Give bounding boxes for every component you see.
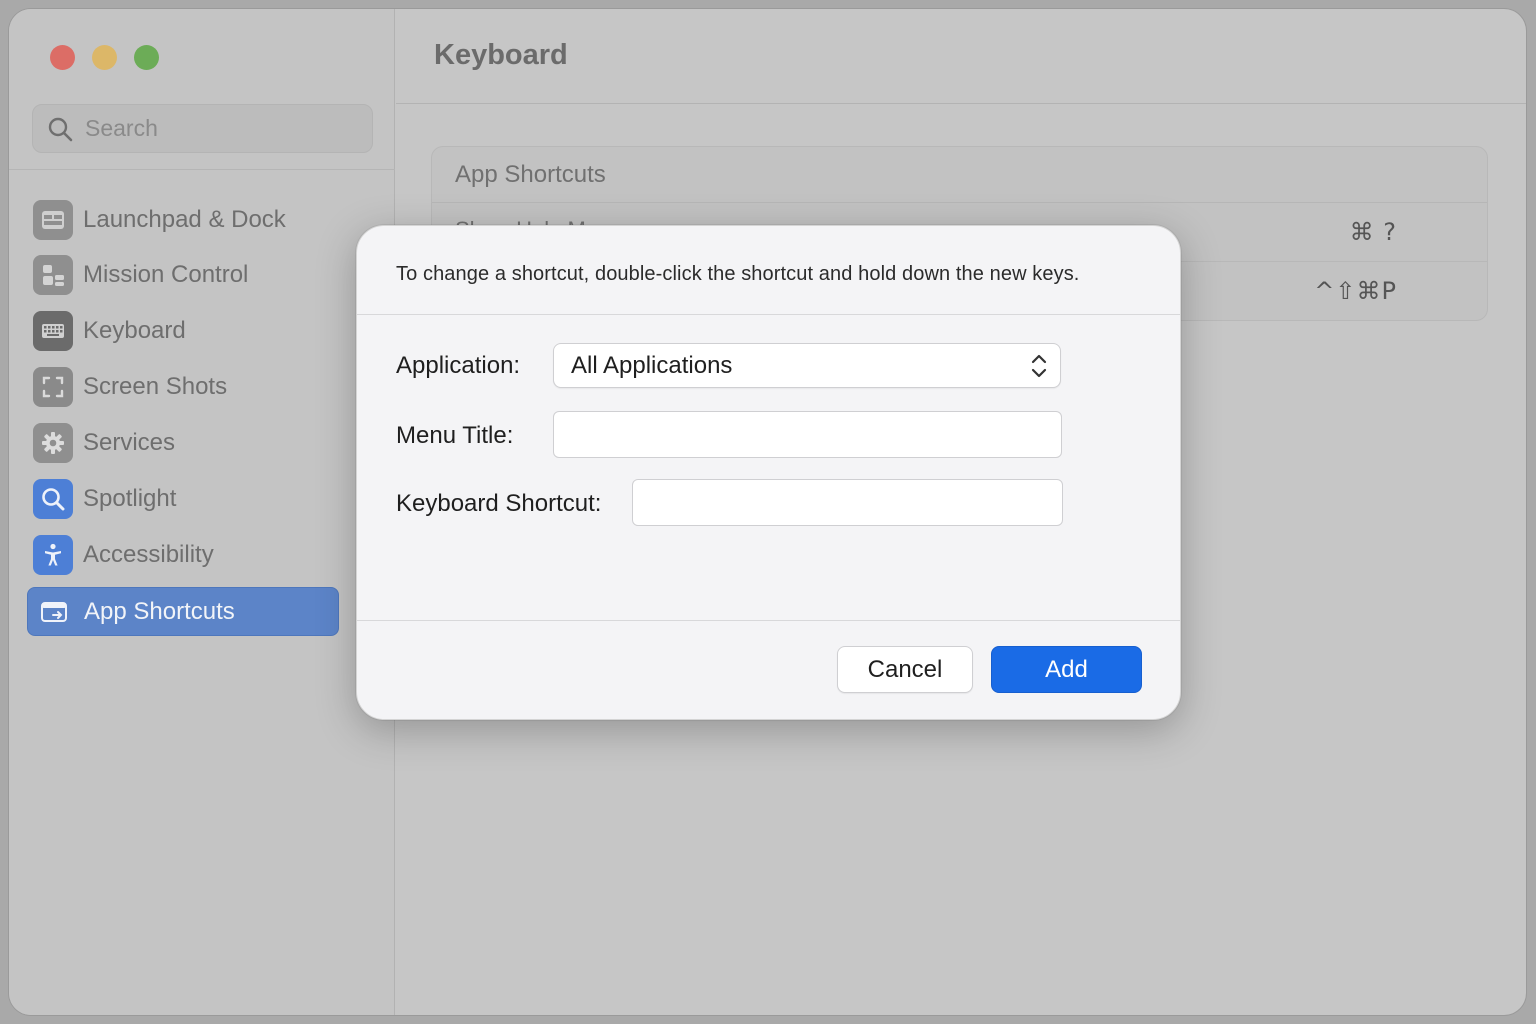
sidebar-item-label: Screen Shots — [83, 372, 228, 400]
sidebar-item-services[interactable]: Services — [27, 418, 339, 467]
sidebar-item-mission-control[interactable]: Mission Control — [27, 250, 339, 299]
dialog-divider — [357, 620, 1180, 621]
sidebar-item-screen-shots[interactable]: Screen Shots — [27, 362, 339, 411]
zoom-button[interactable] — [134, 45, 159, 70]
sidebar-item-accessibility[interactable]: Accessibility — [27, 530, 339, 579]
sidebar-item-label: Launchpad & Dock — [83, 205, 286, 233]
header-divider — [396, 103, 1526, 104]
search-icon — [48, 117, 73, 141]
sidebar-item-spotlight[interactable]: Spotlight — [27, 474, 339, 523]
mission-control-icon — [33, 254, 73, 295]
sidebar-item-launchpad-dock[interactable]: Launchpad & Dock — [27, 195, 339, 244]
application-label: Application: — [396, 352, 521, 379]
shortcut-keys: ^⇧⌘P — [1314, 277, 1397, 305]
spotlight-search-icon — [33, 478, 73, 519]
sidebar-item-label: Accessibility — [83, 540, 214, 568]
sidebar-item-label: Services — [83, 428, 176, 456]
search-field[interactable]: Search — [32, 104, 373, 153]
search-placeholder: Search — [85, 115, 158, 141]
menu-title-label: Menu Title: — [396, 422, 514, 449]
app-shortcuts-icon — [34, 592, 74, 632]
cancel-button[interactable]: Cancel — [837, 646, 973, 693]
launchpad-dock-icon — [33, 199, 73, 240]
shortcut-keys: ⌘ ? — [1349, 218, 1397, 246]
add-button[interactable]: Add — [991, 646, 1142, 693]
application-select-value: All Applications — [571, 352, 733, 379]
page-title: Keyboard — [434, 39, 568, 71]
gear-icon — [33, 422, 73, 463]
sidebar-item-label: Mission Control — [83, 260, 249, 288]
panel-header: App Shortcuts — [432, 147, 1487, 203]
sidebar-item-label: Keyboard — [83, 316, 186, 344]
application-select[interactable]: All Applications — [553, 343, 1061, 388]
minimize-button[interactable] — [92, 45, 117, 70]
close-button[interactable] — [50, 45, 75, 70]
screenshot-icon — [33, 366, 73, 407]
sidebar-item-label: Spotlight — [83, 484, 177, 512]
sidebar-item-app-shortcuts[interactable]: App Shortcuts — [27, 587, 339, 636]
sidebar-item-keyboard[interactable]: Keyboard — [27, 306, 339, 355]
dialog-divider — [357, 314, 1180, 315]
dialog-message: To change a shortcut, double-click the s… — [396, 263, 1080, 285]
keyboard-icon — [33, 310, 73, 351]
window-controls — [50, 45, 159, 70]
keyboard-shortcut-label: Keyboard Shortcut: — [396, 490, 602, 517]
sidebar-divider — [9, 169, 395, 170]
updown-chevron-icon — [1031, 354, 1047, 378]
add-shortcut-dialog: To change a shortcut, double-click the s… — [356, 225, 1181, 720]
menu-title-input[interactable] — [553, 411, 1062, 458]
accessibility-icon — [33, 534, 73, 575]
sidebar-item-label: App Shortcuts — [84, 597, 235, 625]
sidebar: Search Launchpad & Dock Mission Control — [9, 9, 395, 1015]
keyboard-shortcut-input[interactable] — [632, 479, 1063, 526]
